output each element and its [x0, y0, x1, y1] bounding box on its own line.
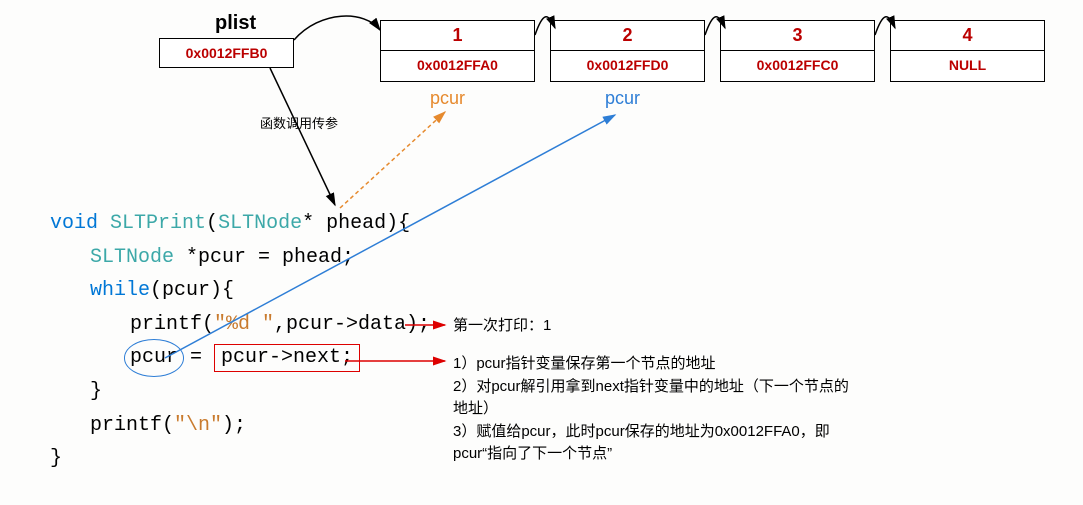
- code-line-1: void SLTPrint(SLTNode* phead){: [50, 207, 450, 241]
- code-line-8: }: [50, 442, 450, 476]
- pcur-lhs-ellipse: pcur: [130, 341, 178, 375]
- arrow-phead-to-pcur-orange: [340, 112, 445, 208]
- printf-fmt-1: "%d ": [214, 313, 274, 336]
- code-line-5: pcur = pcur->next;: [50, 341, 450, 375]
- printf-call-1-pre: printf(: [130, 313, 214, 336]
- keyword-void: void: [50, 212, 98, 235]
- node-1-next: 0x0012FFA0: [381, 51, 534, 81]
- code-line-7: printf("\n");: [50, 409, 450, 443]
- code-line-3: while(pcur){: [50, 274, 450, 308]
- node-4: 4 NULL: [890, 20, 1045, 82]
- first-print-note: 第一次打印：1: [453, 314, 551, 335]
- plist-box: 0x0012FFB0: [159, 38, 294, 68]
- code-line-4: printf("%d ",pcur->data);: [50, 308, 450, 342]
- type-sltnode-1: SLTNode: [218, 212, 302, 235]
- equals: =: [178, 346, 214, 369]
- arrow-call-param: [270, 68, 335, 205]
- node-1: 1 0x0012FFA0: [380, 20, 535, 82]
- printf-call-2-pre: printf(: [90, 414, 174, 437]
- node-3-value: 3: [721, 21, 874, 51]
- explain-line-1: 1）pcur指针变量保存第一个节点的地址: [453, 353, 853, 376]
- printf-call-2-post: );: [222, 414, 246, 437]
- function-name: SLTPrint: [110, 212, 206, 235]
- pcur-label-orange: pcur: [430, 88, 465, 109]
- node-2: 2 0x0012FFD0: [550, 20, 705, 82]
- type-sltnode-2: SLTNode: [90, 246, 174, 269]
- printf-call-1-post: ,pcur->data);: [274, 313, 430, 336]
- call-param-label: 函数调用传参: [260, 113, 338, 132]
- pcur-next-box: pcur->next;: [214, 344, 360, 372]
- node-2-value: 2: [551, 21, 704, 51]
- code-line-2: SLTNode *pcur = phead;: [50, 241, 450, 275]
- code-line-6: }: [50, 375, 450, 409]
- while-condition: (pcur){: [150, 279, 234, 302]
- pcur-lhs: pcur: [130, 346, 178, 369]
- pcur-assign-phead: *pcur = phead;: [174, 246, 354, 269]
- node-1-value: 1: [381, 21, 534, 51]
- printf-fmt-2: "\n": [174, 414, 222, 437]
- node-4-value: 4: [891, 21, 1044, 51]
- param-phead: * phead){: [302, 212, 410, 235]
- code-block: void SLTPrint(SLTNode* phead){ SLTNode *…: [50, 207, 450, 476]
- plist-label: plist: [215, 12, 256, 35]
- explanation-text: 1）pcur指针变量保存第一个节点的地址 2）对pcur解引用拿到next指针变…: [453, 353, 853, 466]
- node-3: 3 0x0012FFC0: [720, 20, 875, 82]
- pcur-label-blue: pcur: [605, 88, 640, 109]
- explain-line-2: 2）对pcur解引用拿到next指针变量中的地址（下一个节点的地址）: [453, 376, 853, 421]
- node-3-next: 0x0012FFC0: [721, 51, 874, 81]
- node-2-next: 0x0012FFD0: [551, 51, 704, 81]
- arrow-plist-to-node1: [294, 16, 380, 40]
- explain-line-3: 3）赋值给pcur，此时pcur保存的地址为0x0012FFA0，即pcur“指…: [453, 421, 853, 466]
- keyword-while: while: [90, 279, 150, 302]
- node-4-next: NULL: [891, 51, 1044, 81]
